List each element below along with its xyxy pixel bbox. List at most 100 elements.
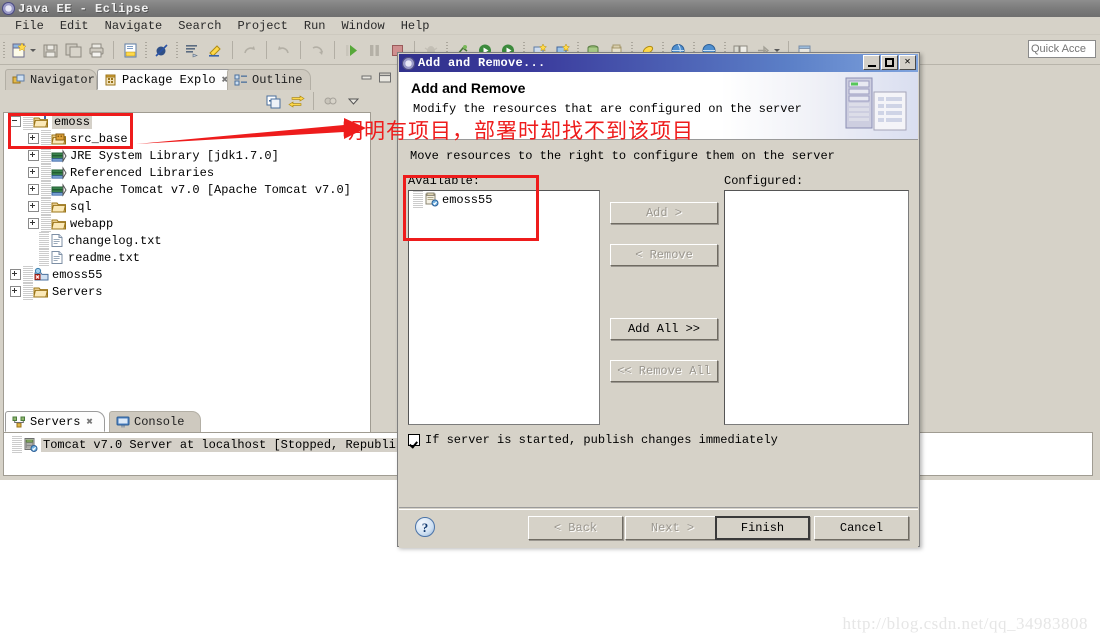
package-explorer-tree[interactable]: emoss src_base JRE System Library [jdk1.7.… <box>3 112 371 456</box>
tab-package-explorer-label: Package Explo <box>122 72 216 87</box>
server-icon <box>22 437 38 452</box>
package-explorer-icon <box>104 73 118 87</box>
tree-item[interactable]: src_base <box>4 130 370 147</box>
back-button: < Back <box>528 516 623 540</box>
tree-item[interactable]: webapp <box>4 215 370 232</box>
expand-icon[interactable] <box>28 150 39 161</box>
tab-servers[interactable]: Servers ✖ <box>5 411 105 432</box>
expand-icon[interactable] <box>10 269 21 280</box>
tab-navigator-label: Navigator <box>30 73 95 87</box>
eclipse-gear-icon <box>402 56 415 70</box>
tree-guide-line <box>41 181 51 198</box>
minimize-view-icon[interactable] <box>359 70 375 84</box>
tree-item[interactable]: JRE System Library [jdk1.7.0] <box>4 147 370 164</box>
tree-item-label: src_base <box>70 131 128 146</box>
suspend-icon[interactable] <box>366 42 383 59</box>
add-all-button[interactable]: Add All >> <box>610 318 718 340</box>
close-button[interactable]: ✕ <box>899 55 916 70</box>
configured-label: Configured: <box>724 174 804 188</box>
dialog-title: Add and Remove... <box>418 56 546 70</box>
expand-icon[interactable] <box>28 133 39 144</box>
tree-item[interactable]: emoss <box>4 113 370 130</box>
outline-icon <box>234 73 248 87</box>
view-menu-icon[interactable] <box>345 93 362 110</box>
tab-package-explorer[interactable]: Package Explo ✖ <box>97 69 241 90</box>
dialog-footer: ? < Back Next > Finish Cancel <box>399 507 918 548</box>
tree-item[interactable]: Servers <box>4 283 370 300</box>
available-item[interactable]: emoss55 <box>409 191 599 208</box>
remove-all-button: << Remove All <box>610 360 718 382</box>
tree-item[interactable]: sql <box>4 198 370 215</box>
watermark: http://blog.csdn.net/qq_34983808 <box>842 614 1088 633</box>
expand-icon[interactable] <box>28 167 39 178</box>
library-icon <box>51 148 67 163</box>
configured-list[interactable] <box>724 190 909 425</box>
annotation-note: 明明有项目，部署时却找不到该项目 <box>342 119 694 143</box>
back-navigate-icon <box>241 42 258 59</box>
resume-icon[interactable] <box>343 42 360 59</box>
expand-icon[interactable] <box>28 184 39 195</box>
tree-item-label: JRE System Library [jdk1.7.0] <box>70 148 279 163</box>
menu-item-project[interactable]: Project <box>229 17 295 35</box>
tree-item-label: readme.txt <box>68 250 141 265</box>
cancel-button[interactable]: Cancel <box>814 516 909 540</box>
link-with-editor-icon[interactable] <box>288 93 305 110</box>
tree-guide-line <box>23 113 33 130</box>
finish-button[interactable]: Finish <box>715 516 810 540</box>
tree-item-label: sql <box>70 199 92 214</box>
open-type-icon[interactable] <box>122 42 139 59</box>
quick-access-input[interactable] <box>1028 40 1096 58</box>
file-icon <box>49 250 65 265</box>
publish-immediately-checkbox[interactable] <box>408 434 420 446</box>
menu-item-search[interactable]: Search <box>170 17 229 35</box>
last-edit-location-icon[interactable] <box>207 42 224 59</box>
help-icon[interactable]: ? <box>415 517 435 537</box>
expand-icon[interactable] <box>28 201 39 212</box>
tab-outline[interactable]: Outline <box>227 69 311 90</box>
menu-item-run[interactable]: Run <box>296 17 334 35</box>
tab-navigator[interactable]: Navigator <box>5 69 97 90</box>
new-wizard-dropdown-icon[interactable] <box>30 42 37 59</box>
forward-navigate-icon <box>309 42 326 59</box>
skip-breakpoints-icon[interactable] <box>153 42 170 59</box>
tab-console[interactable]: Console <box>109 411 201 432</box>
package-explorer-toolbar <box>3 90 371 112</box>
tree-item[interactable]: Apache Tomcat v7.0 [Apache Tomcat v7.0] <box>4 181 370 198</box>
minimize-button[interactable] <box>863 55 880 70</box>
tree-item-label: webapp <box>70 216 114 231</box>
available-list[interactable]: emoss55 <box>408 190 600 425</box>
server-row-label: Tomcat v7.0 Server at localhost [Stopped… <box>41 437 420 452</box>
menu-item-edit[interactable]: Edit <box>52 17 97 35</box>
publish-immediately-row[interactable]: If server is started, publish changes im… <box>408 433 778 447</box>
expand-icon[interactable] <box>28 218 39 229</box>
close-icon[interactable]: ✖ <box>86 415 93 429</box>
expand-icon[interactable] <box>10 286 21 297</box>
dialog-window-buttons: ✕ <box>862 55 916 70</box>
tree-item-label: changelog.txt <box>68 233 162 248</box>
menu-item-help[interactable]: Help <box>393 17 438 35</box>
menu-item-window[interactable]: Window <box>333 17 392 35</box>
menu-item-navigate[interactable]: Navigate <box>97 17 171 35</box>
tree-item[interactable]: Referenced Libraries <box>4 164 370 181</box>
tree-guide-line <box>41 164 51 181</box>
next-button: Next > <box>625 516 720 540</box>
collapse-all-icon[interactable] <box>265 93 282 110</box>
print-icon <box>88 42 105 59</box>
menu-item-file[interactable]: File <box>7 17 52 35</box>
tree-item[interactable]: readme.txt <box>4 249 370 266</box>
tree-item[interactable]: emoss55 <box>4 266 370 283</box>
maximize-view-icon[interactable] <box>377 70 393 84</box>
dialog-subheading: Modify the resources that are configured… <box>413 102 802 116</box>
servers-icon <box>12 415 26 429</box>
maximize-button[interactable] <box>881 55 898 70</box>
tab-console-label: Console <box>134 415 185 429</box>
add-button: Add > <box>610 202 718 224</box>
toolbar-drag-handle[interactable] <box>3 41 5 59</box>
tree-guide-line <box>39 249 49 266</box>
tree-item[interactable]: changelog.txt <box>4 232 370 249</box>
dialog-titlebar[interactable]: Add and Remove... ✕ <box>399 54 918 72</box>
show-whitespace-icon[interactable] <box>184 42 201 59</box>
tree-guide-line <box>12 436 22 453</box>
collapse-icon[interactable] <box>10 116 21 127</box>
new-wizard-icon[interactable] <box>11 41 28 59</box>
